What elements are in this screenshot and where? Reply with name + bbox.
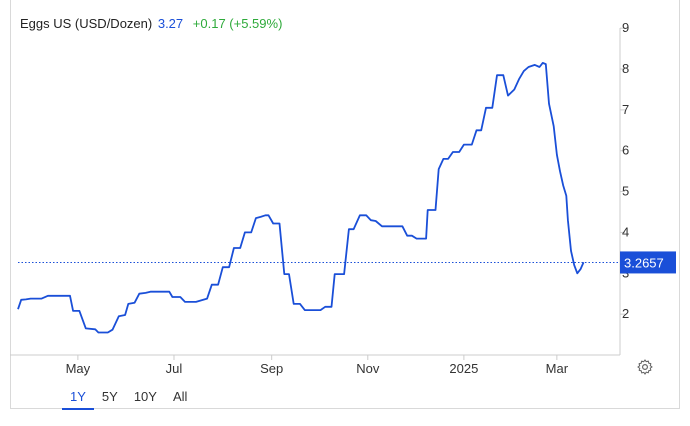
y-tick-label: 2 — [622, 306, 629, 321]
y-tick-label: 6 — [622, 143, 629, 158]
range-button-all[interactable]: All — [165, 388, 195, 410]
axes: 23456789MayJulSepNov2025Mar — [10, 20, 629, 376]
range-button-10y[interactable]: 10Y — [126, 388, 165, 410]
gear-icon[interactable] — [636, 358, 654, 376]
last-value-layer: 3.2657 — [620, 251, 676, 274]
y-tick-label: 7 — [622, 102, 629, 117]
y-tick-label: 9 — [622, 20, 629, 35]
range-button-1y[interactable]: 1Y — [62, 388, 94, 410]
range-selector: 1Y 5Y 10Y All — [62, 388, 195, 410]
series-line-0 — [17, 62, 585, 334]
y-tick-label: 5 — [622, 184, 629, 199]
range-button-5y[interactable]: 5Y — [94, 388, 126, 410]
last-value-label: 3.2657 — [624, 255, 664, 270]
x-tick-label: Mar — [546, 361, 569, 376]
x-tick-label: 2025 — [449, 361, 478, 376]
x-tick-label: Jul — [166, 361, 183, 376]
price-chart[interactable]: 23456789MayJulSepNov2025Mar 3.2657 — [0, 0, 690, 426]
x-tick-label: May — [66, 361, 91, 376]
y-tick-label: 4 — [622, 224, 629, 239]
x-tick-label: Sep — [260, 361, 283, 376]
y-tick-label: 8 — [622, 61, 629, 76]
series-layer — [17, 62, 585, 334]
x-tick-label: Nov — [356, 361, 380, 376]
